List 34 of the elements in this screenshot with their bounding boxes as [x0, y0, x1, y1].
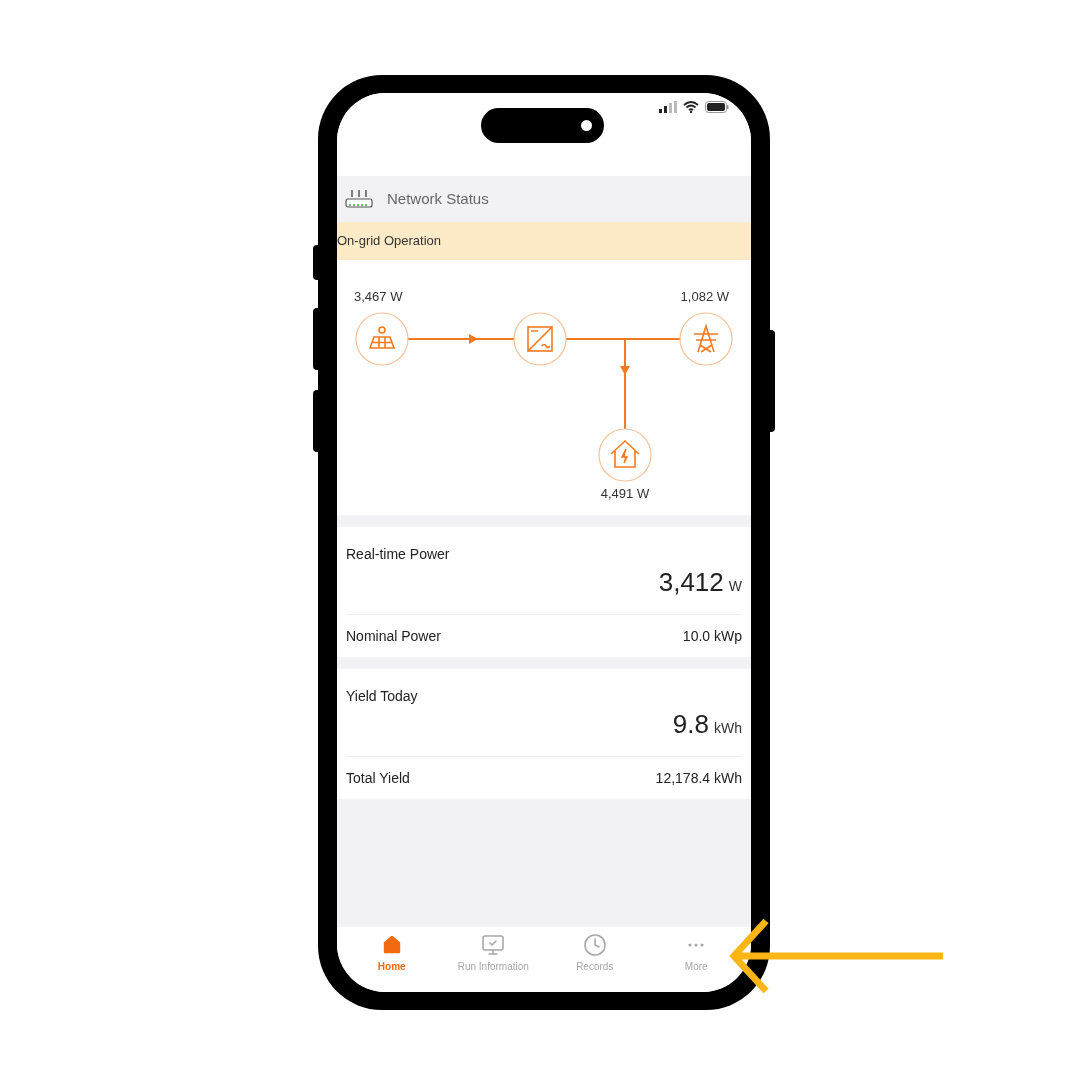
- node-circle: [513, 312, 567, 366]
- stat-unit: kWh: [714, 719, 742, 738]
- stat-label: Yield Today: [346, 687, 418, 706]
- battery-icon: [705, 101, 729, 113]
- stat-value: 10.0 kWp: [682, 626, 742, 646]
- router-icon: [345, 189, 373, 209]
- stat-value: 12,178.4 kWh: [655, 768, 742, 788]
- wifi-icon: [683, 101, 699, 113]
- status-text: On-grid Operation: [337, 232, 442, 251]
- more-icon: [688, 943, 705, 947]
- stat-unit: W: [728, 577, 742, 596]
- stat-value: 3,412: [658, 566, 724, 599]
- node-circle: [598, 428, 652, 482]
- stat-label: Nominal Power: [346, 626, 441, 646]
- stat-value: 9.8: [672, 708, 709, 741]
- tab-button[interactable]: Run Information: [442, 933, 544, 992]
- inverter-icon: [527, 326, 553, 352]
- stat-label: Real-time Power: [346, 545, 450, 564]
- solar-panel-icon: [369, 326, 395, 349]
- house-bolt-icon: [610, 439, 640, 468]
- section-title: Network Status: [387, 188, 489, 209]
- node-circle: [679, 312, 733, 366]
- tab-button[interactable]: More: [645, 933, 747, 992]
- power-reading: 4,491 W: [600, 486, 650, 501]
- clock-icon: [582, 933, 607, 957]
- tab-button[interactable]: Records: [544, 933, 646, 992]
- power-tower-icon: [693, 323, 719, 353]
- tab-button[interactable]: Home: [341, 933, 443, 992]
- power-reading: 1,082 W: [680, 289, 729, 304]
- stat-label: Total Yield: [346, 768, 410, 788]
- signal-icon: [659, 101, 677, 113]
- node-circle: [355, 312, 409, 366]
- monitor-check-icon: [481, 933, 506, 957]
- power-reading: 3,467 W: [354, 289, 403, 304]
